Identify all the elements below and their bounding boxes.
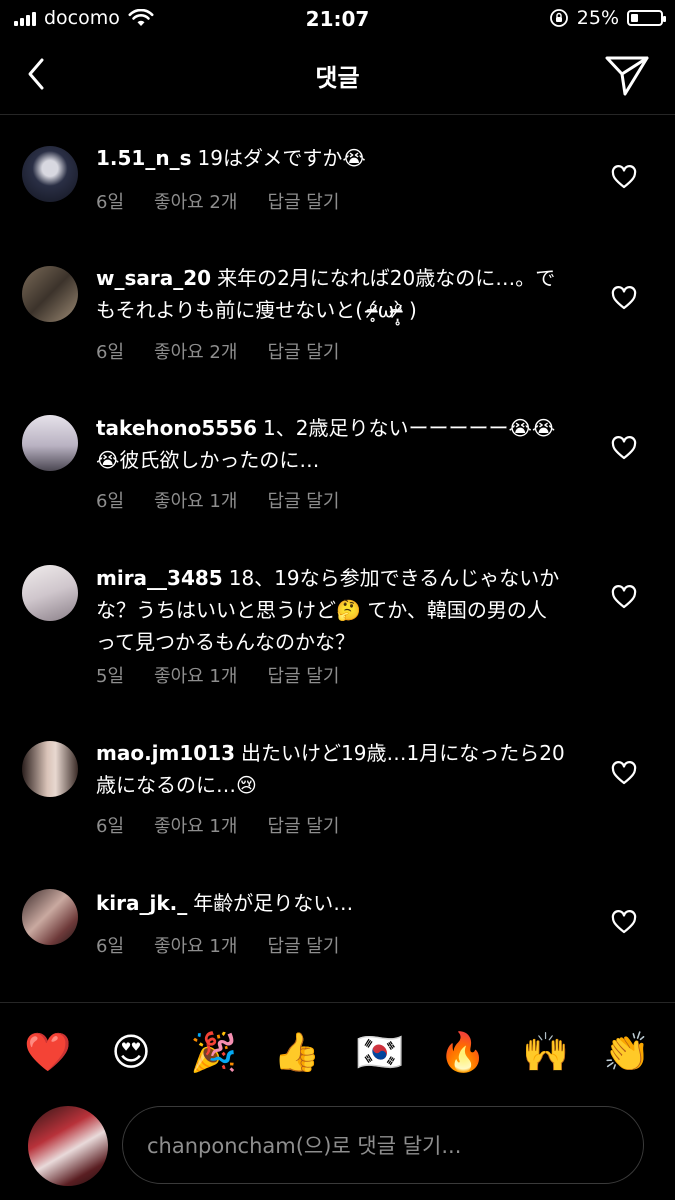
comment-username[interactable]: 1.51_n_s: [96, 146, 192, 170]
comment-text: mira__3485 18、19なら参加できるんじゃないかな？うちはいいと思うけど…: [96, 562, 566, 658]
reply-button[interactable]: 답글 달기: [267, 932, 339, 958]
fire-emoji-button[interactable]: 🔥: [433, 1022, 493, 1082]
reply-button[interactable]: 답글 달기: [267, 338, 339, 364]
comment-username[interactable]: mira__3485: [96, 566, 223, 590]
battery-percent: 25%: [576, 7, 619, 29]
korea-flag-emoji-button[interactable]: 🇰🇷: [350, 1022, 410, 1082]
heart-icon[interactable]: [610, 583, 638, 611]
heart-icon[interactable]: [610, 759, 638, 787]
comment-meta: 6일 좋아요 2개 답글 달기: [96, 338, 339, 364]
reply-button[interactable]: 답글 달기: [267, 812, 339, 838]
avatar[interactable]: [22, 741, 78, 797]
avatar[interactable]: [22, 565, 78, 621]
comment-input-box[interactable]: [122, 1106, 644, 1184]
reply-button[interactable]: 답글 달기: [267, 188, 339, 214]
comment-body: 年齢が足りない…: [193, 891, 354, 915]
heart-icon[interactable]: [610, 434, 638, 462]
heart-icon[interactable]: [610, 284, 638, 312]
divider: [0, 1002, 675, 1003]
comment-username[interactable]: kira_jk._: [96, 891, 187, 915]
orientation-lock-icon: [549, 9, 568, 27]
page-title: 댓글: [315, 64, 360, 92]
comment-time: 6일: [96, 342, 125, 363]
battery-level: [631, 14, 638, 22]
avatar[interactable]: [22, 415, 78, 471]
comment-time: 6일: [96, 816, 125, 837]
reply-button[interactable]: 답글 달기: [267, 662, 339, 688]
comment-time: 5일: [96, 666, 125, 687]
comment-likes[interactable]: 좋아요 1개: [154, 812, 237, 838]
heart-icon[interactable]: [610, 163, 638, 191]
status-right: 25%: [549, 7, 666, 29]
comment-time: 6일: [96, 491, 125, 512]
comment-text: takehono5556 1、2歳足りないーーーーー😭😭😭彼氏欲しかったのに…: [96, 412, 566, 476]
comment-likes[interactable]: 좋아요 1개: [154, 932, 237, 958]
comment-username[interactable]: mao.jm1013: [96, 741, 235, 765]
avatar[interactable]: [22, 889, 78, 945]
comment-likes[interactable]: 좋아요 1개: [154, 662, 237, 688]
comment-body: 19はダメですか😭: [197, 146, 366, 170]
comment-time: 6일: [96, 192, 125, 213]
comment-username[interactable]: w_sara_20: [96, 266, 211, 290]
comment-text: 1.51_n_s 19はダメですか😭: [96, 142, 566, 174]
comment-meta: 6일 좋아요 1개 답글 달기: [96, 932, 339, 958]
status-bar: docomo 21:07 25%: [0, 0, 675, 38]
heart-eyes-emoji-button[interactable]: 😍: [101, 1022, 161, 1082]
direct-share-icon[interactable]: [603, 52, 651, 98]
avatar[interactable]: [22, 266, 78, 322]
header: 댓글: [0, 38, 675, 115]
comment-likes[interactable]: 좋아요 1개: [154, 487, 237, 513]
comment-text: kira_jk._ 年齢が足りない…: [96, 887, 566, 919]
heart-emoji-button[interactable]: ❤️: [18, 1022, 78, 1082]
comment-likes[interactable]: 좋아요 2개: [154, 338, 237, 364]
clapping-emoji-button[interactable]: 👏: [597, 1022, 657, 1082]
comment-time: 6일: [96, 936, 125, 957]
comment-input[interactable]: [145, 1125, 619, 1167]
comment-username[interactable]: takehono5556: [96, 416, 257, 440]
comment-text: w_sara_20 来年の2月になれば20歳なのに…。でもそれよりも前に痩せないと…: [96, 262, 566, 326]
comment-likes[interactable]: 좋아요 2개: [154, 188, 237, 214]
thumbs-up-emoji-button[interactable]: 👍: [267, 1022, 327, 1082]
user-avatar: [28, 1106, 108, 1186]
emoji-reaction-bar: ❤️ 😍 🎉 👍 🇰🇷 🔥 🙌 👏: [0, 1022, 675, 1082]
avatar[interactable]: [22, 146, 78, 202]
comment-meta: 6일 좋아요 1개 답글 달기: [96, 812, 339, 838]
reply-button[interactable]: 답글 달기: [267, 487, 339, 513]
heart-icon[interactable]: [610, 908, 638, 936]
party-popper-emoji-button[interactable]: 🎉: [184, 1022, 244, 1082]
battery-icon: [627, 10, 666, 26]
comment-text: mao.jm1013 出たいけど19歳…1月になったら20歳になるのに…😢: [96, 737, 566, 801]
comment-meta: 6일 좋아요 2개 답글 달기: [96, 188, 339, 214]
comment-meta: 5일 좋아요 1개 답글 달기: [96, 662, 339, 688]
raised-hands-emoji-button[interactable]: 🙌: [516, 1022, 576, 1082]
comment-meta: 6일 좋아요 1개 답글 달기: [96, 487, 339, 513]
